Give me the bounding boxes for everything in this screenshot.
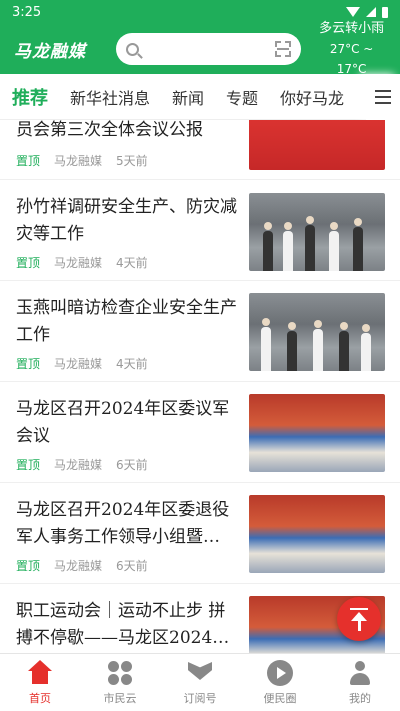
status-time: 3:25	[12, 4, 42, 20]
article-title: 孙竹祥调研安全生产、防灾减灾等工作	[16, 197, 237, 244]
nav-label: 市民云	[103, 692, 137, 705]
weather-condition: 多云转小雨	[319, 21, 385, 36]
article-time: 6天前	[116, 458, 148, 472]
news-feed[interactable]: 员会第三次全体会议公报 置顶 马龙融媒 5天前 要闻 孙竹祥调研安全生产、防灾减…	[0, 120, 400, 653]
user-icon	[347, 660, 373, 686]
play-circle-icon	[267, 660, 293, 686]
back-to-top-icon	[350, 607, 368, 610]
article-source: 马龙融媒	[54, 458, 103, 472]
article-thumbnail	[249, 293, 385, 371]
article-meta: 置顶 马龙融媒 4天前	[16, 355, 148, 372]
search-icon	[125, 42, 139, 56]
article-time: 5天前	[116, 154, 148, 168]
pinned-badge: 置顶	[16, 357, 41, 371]
back-to-top-button[interactable]	[337, 597, 381, 641]
nav-subscriptions[interactable]: 订阅号	[160, 654, 240, 711]
article-title: 马龙区召开2024年区委退役军人事务工作领导小组暨…	[16, 500, 230, 547]
tab-xinhua[interactable]: 新华社消息	[70, 85, 150, 109]
article-thumbnail	[249, 495, 385, 573]
article-time: 6天前	[116, 559, 148, 573]
nav-label: 我的	[349, 692, 371, 705]
article-meta: 置顶 马龙融媒 4天前	[16, 254, 148, 271]
home-icon	[27, 660, 53, 686]
tab-topics[interactable]: 专题	[226, 85, 258, 109]
wifi-icon	[346, 7, 360, 17]
category-tabs: 推荐 新华社消息 新闻 专题 你好马龙	[0, 73, 400, 120]
battery-icon	[382, 6, 388, 18]
article-meta: 置顶 马龙融媒 5天前	[16, 152, 148, 169]
article-thumbnail	[249, 193, 385, 271]
list-item[interactable]: 员会第三次全体会议公报 置顶 马龙融媒 5天前 要闻	[0, 120, 400, 180]
signal-icon	[366, 7, 376, 17]
pinned-badge: 置顶	[16, 256, 41, 270]
article-time: 4天前	[116, 357, 148, 371]
pinned-badge: 置顶	[16, 559, 41, 573]
nav-profile[interactable]: 我的	[320, 654, 400, 711]
pinned-badge: 置顶	[16, 154, 41, 168]
list-item[interactable]: 孙竹祥调研安全生产、防灾减灾等工作 置顶 马龙融媒 4天前	[0, 181, 400, 281]
article-title: 职工运动会｜运动不止步 拼搏不停歇——马龙区2024…	[16, 601, 230, 648]
article-source: 马龙融媒	[54, 154, 103, 168]
article-meta: 置顶 马龙融媒 6天前	[16, 456, 148, 473]
tab-hello-malong[interactable]: 你好马龙	[280, 85, 344, 109]
nav-community[interactable]: 便民圈	[240, 654, 320, 711]
article-time: 4天前	[116, 256, 148, 270]
article-source: 马龙融媒	[54, 256, 103, 270]
tab-news[interactable]: 新闻	[172, 85, 204, 109]
menu-icon[interactable]	[366, 73, 400, 120]
nav-home[interactable]: 首页	[0, 654, 80, 711]
pinned-badge: 置顶	[16, 458, 41, 472]
article-thumbnail	[249, 394, 385, 472]
list-item[interactable]: 马龙区召开2024年区委退役军人事务工作领导小组暨… 置顶 马龙融媒 6天前	[0, 484, 400, 584]
list-item[interactable]: 玉燕叫暗访检查企业安全生产工作 置顶 马龙融媒 4天前	[0, 282, 400, 382]
weather-widget[interactable]: 多云转小雨 27°C ~ 17°C	[313, 19, 390, 79]
list-item[interactable]: 马龙区召开2024年区委议军会议 置顶 马龙融媒 6天前	[0, 383, 400, 483]
app-header: 马龙融媒 多云转小雨 27°C ~ 17°C	[0, 21, 400, 76]
nav-label: 首页	[29, 692, 51, 705]
article-title: 员会第三次全体会议公报	[16, 120, 203, 140]
article-thumbnail: 要闻	[249, 120, 385, 170]
status-icons	[346, 6, 388, 18]
tab-list: 推荐 新华社消息 新闻 专题 你好马龙	[0, 84, 366, 110]
article-source: 马龙融媒	[54, 559, 103, 573]
nav-label: 便民圈	[263, 692, 297, 705]
scan-icon[interactable]	[275, 41, 292, 57]
clover-icon	[107, 660, 133, 686]
nav-label: 订阅号	[183, 692, 217, 705]
nav-citizen-cloud[interactable]: 市民云	[80, 654, 160, 711]
search-input[interactable]	[115, 33, 302, 65]
heart-icon	[187, 660, 213, 686]
article-title: 玉燕叫暗访检查企业安全生产工作	[16, 298, 237, 345]
article-title: 马龙区召开2024年区委议军会议	[16, 399, 230, 446]
article-meta: 置顶 马龙融媒 6天前	[16, 557, 148, 574]
thumbnail-text: 要闻	[279, 120, 335, 124]
article-source: 马龙融媒	[54, 357, 103, 371]
tab-recommend[interactable]: 推荐	[12, 84, 48, 110]
bottom-navigation: 首页 市民云 订阅号 便民圈 我的	[0, 653, 400, 711]
app-logo: 马龙融媒	[14, 41, 86, 62]
